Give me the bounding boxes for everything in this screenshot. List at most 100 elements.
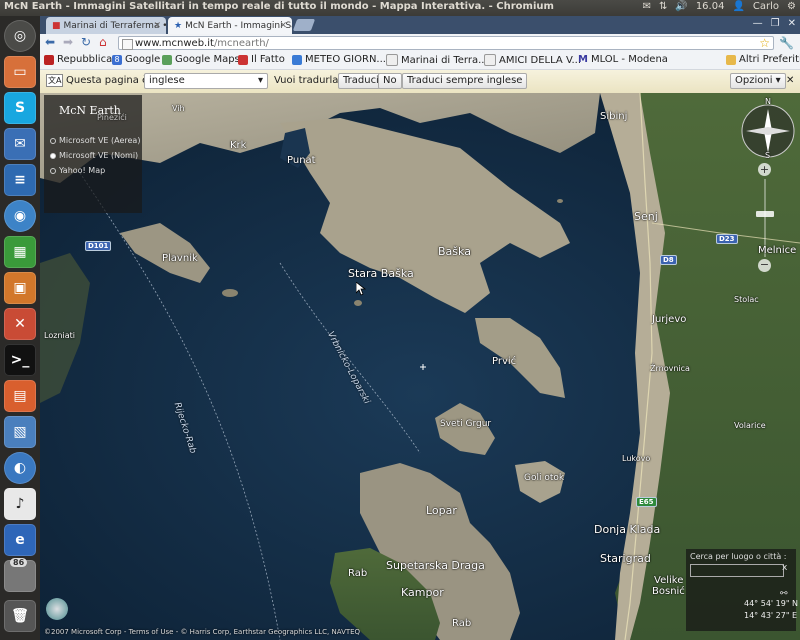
clock[interactable]: 16.04 bbox=[696, 1, 725, 12]
wrench-menu-icon[interactable]: 🔧 bbox=[779, 36, 794, 50]
provider-option-aerial[interactable]: Microsoft VE (Aerea) bbox=[50, 136, 140, 145]
address-bar[interactable]: www.mcnweb.it/mcnearth/ ☆ bbox=[118, 36, 774, 50]
place-label: Pinezići bbox=[97, 113, 127, 122]
url-path: /mcnearth/ bbox=[213, 38, 269, 49]
place-label: Rab bbox=[348, 568, 368, 579]
no-button[interactable]: No bbox=[378, 73, 402, 89]
place-label: Goli otok bbox=[524, 473, 565, 483]
place-label: Žrnovnica bbox=[650, 364, 690, 373]
compass-icon[interactable]: N S bbox=[738, 97, 798, 161]
network-icon[interactable]: ⇅ bbox=[659, 1, 667, 12]
link-icon[interactable]: ⚯ bbox=[780, 589, 788, 599]
options-label: Opzioni bbox=[735, 75, 773, 86]
maximize-icon[interactable]: ❐ bbox=[771, 18, 780, 29]
options-button[interactable]: Opzioni ▾ bbox=[730, 73, 786, 89]
software-center-icon[interactable]: ▤ bbox=[4, 380, 36, 412]
place-label: Sibinj bbox=[600, 111, 628, 122]
mail-icon[interactable]: ✉ bbox=[643, 1, 651, 12]
reload-icon[interactable]: ↻ bbox=[81, 35, 91, 49]
provider-label: Microsoft VE (Aerea) bbox=[59, 136, 141, 145]
close-icon[interactable]: ✕ bbox=[153, 21, 161, 31]
translate-icon: 文A bbox=[46, 74, 64, 87]
gear-icon[interactable]: ⚙ bbox=[787, 1, 796, 12]
music-icon[interactable]: ♪ bbox=[4, 488, 36, 520]
always-translate-button[interactable]: Traduci sempre inglese bbox=[402, 73, 528, 89]
road-label: D8 bbox=[660, 255, 677, 265]
bookmark-il-fatto[interactable]: Il Fatto bbox=[238, 54, 285, 65]
bookmark-meteo[interactable]: METEO GIORN... bbox=[292, 54, 386, 65]
chromium-icon[interactable]: ◉ bbox=[4, 200, 36, 232]
skype-icon[interactable]: S bbox=[4, 92, 36, 124]
zoom-out-button[interactable]: − bbox=[758, 259, 771, 272]
window-controls: — ❐ ✕ bbox=[753, 18, 796, 29]
repubblica-icon bbox=[44, 54, 54, 65]
bookmark-google[interactable]: 8 Google bbox=[112, 54, 160, 65]
place-label: Velike bbox=[654, 575, 684, 586]
place-label: Sveti Grgur bbox=[440, 419, 492, 429]
thunderbird-icon[interactable]: ◐ bbox=[4, 452, 36, 484]
il-fatto-icon bbox=[238, 54, 248, 65]
chevron-down-icon: ▾ bbox=[257, 75, 263, 86]
bookmark-repubblica[interactable]: Repubblica bbox=[44, 54, 112, 65]
tab-mcnearth[interactable]: ★ McN Earth - Immagini Sate ✕ bbox=[168, 17, 292, 34]
settings-icon[interactable]: ✕ bbox=[4, 308, 36, 340]
place-label: Punat bbox=[287, 155, 316, 166]
location-search-input[interactable] bbox=[690, 564, 784, 577]
close-infobar-icon[interactable]: ✕ bbox=[786, 75, 794, 86]
provider-option-yahoo[interactable]: Yahoo! Map bbox=[50, 166, 105, 175]
workspace-icon[interactable]: 86 bbox=[4, 558, 36, 592]
browser-icon[interactable]: e bbox=[4, 524, 36, 556]
place-label: Lozniati bbox=[44, 331, 75, 340]
zoom-in-button[interactable]: + bbox=[758, 163, 771, 176]
place-label: Supetarska Draga bbox=[386, 559, 485, 572]
forward-arrow-icon[interactable]: ➡ bbox=[63, 35, 73, 49]
translate-infobar: 文A Questa pagina è in inglese ▾ Vuoi trad… bbox=[40, 70, 800, 94]
search-label: Cerca per luogo o città : bbox=[690, 552, 787, 561]
place-label: Vih bbox=[172, 104, 185, 113]
meteo-icon bbox=[292, 54, 302, 65]
clear-search-icon[interactable]: x bbox=[782, 563, 787, 573]
map-copyright: ©2007 Microsoft Corp - Terms of Use - © … bbox=[44, 628, 361, 636]
home-icon[interactable]: ⌂ bbox=[99, 35, 107, 49]
terminal-icon[interactable]: >_ bbox=[4, 344, 36, 376]
back-arrow-icon[interactable]: ⬅ bbox=[45, 35, 55, 49]
close-icon[interactable]: ✕ bbox=[279, 21, 287, 31]
bookmark-mlol[interactable]: M MLOL - Modena bbox=[578, 54, 668, 65]
user-name[interactable]: Carlo bbox=[753, 1, 779, 12]
radio-button[interactable] bbox=[50, 137, 56, 144]
bookmark-altri[interactable]: Altri Preferiti bbox=[726, 54, 800, 65]
mail-client-icon[interactable]: ✉ bbox=[4, 128, 36, 160]
tab-marinai[interactable]: ■ Marinai di Terraferma • R ✕ bbox=[46, 17, 166, 34]
files-icon[interactable]: ▭ bbox=[4, 56, 36, 88]
dash-home-icon[interactable]: ◎ bbox=[4, 20, 36, 52]
road-label: D101 bbox=[85, 241, 112, 251]
trash-icon[interactable]: 🗑 bbox=[4, 600, 36, 632]
minimize-icon[interactable]: — bbox=[753, 18, 763, 29]
bookmark-label: Repubblica bbox=[57, 54, 113, 65]
volume-icon[interactable]: 🔊 bbox=[675, 1, 687, 12]
image-viewer-icon[interactable]: ▧ bbox=[4, 416, 36, 448]
page-favicon-icon: ■ bbox=[52, 20, 61, 31]
bookmark-google-maps[interactable]: Google Maps bbox=[162, 54, 240, 65]
place-label: Krk bbox=[230, 140, 247, 151]
bookmark-label: Il Fatto bbox=[251, 54, 285, 65]
radio-button[interactable] bbox=[50, 152, 56, 159]
radio-button[interactable] bbox=[50, 167, 56, 174]
place-label: Senj bbox=[634, 210, 658, 223]
language-select[interactable]: inglese ▾ bbox=[144, 73, 268, 89]
page-icon bbox=[122, 39, 133, 50]
provider-label: Yahoo! Map bbox=[59, 166, 106, 175]
tab-label: Marinai di Terraferma • R bbox=[63, 20, 166, 31]
bookmark-amici[interactable]: AMICI DELLA V... bbox=[484, 54, 581, 66]
impress-icon[interactable]: ▣ bbox=[4, 272, 36, 304]
satellite-map[interactable]: McN Earth Microsoft VE (Aerea) Microsoft… bbox=[40, 93, 800, 640]
provider-option-names[interactable]: Microsoft VE (Nomi) bbox=[50, 151, 138, 160]
writer-icon[interactable]: ≡ bbox=[4, 164, 36, 196]
translate-button[interactable]: Traduci bbox=[338, 73, 384, 89]
close-window-icon[interactable]: ✕ bbox=[788, 18, 796, 29]
bookmark-marinai[interactable]: Marinai di Terra... bbox=[386, 54, 488, 66]
new-tab-button[interactable] bbox=[292, 19, 316, 31]
bookmark-star-icon[interactable]: ☆ bbox=[759, 36, 770, 50]
zoom-slider-handle[interactable] bbox=[756, 211, 774, 217]
calc-icon[interactable]: ▦ bbox=[4, 236, 36, 268]
